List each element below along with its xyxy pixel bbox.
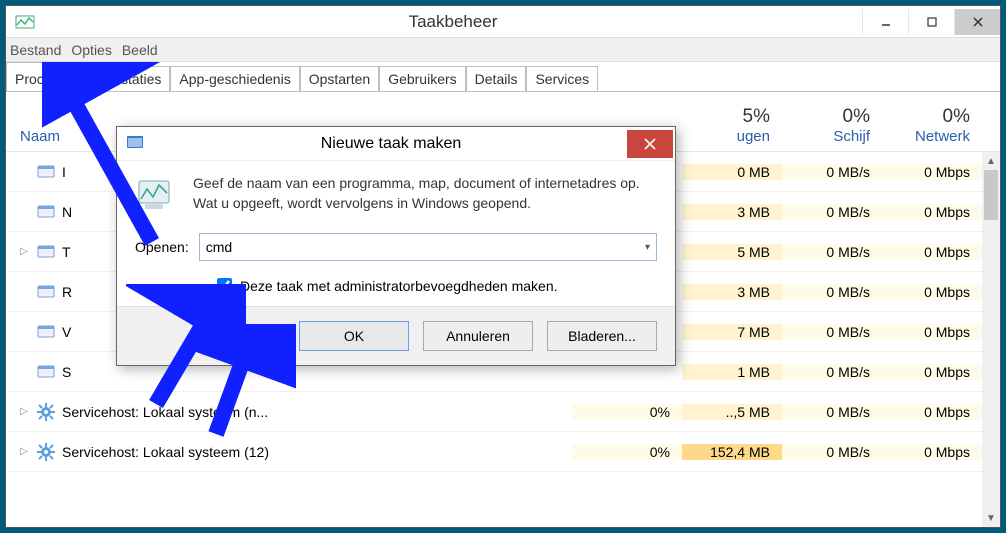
scroll-thumb[interactable] (984, 170, 998, 220)
admin-checkbox-label: Deze taak met administratorbevoegdheden … (240, 278, 558, 294)
open-combobox[interactable]: cmd ▾ (199, 233, 657, 261)
dialog-close-button[interactable] (627, 130, 673, 158)
network-cell: 0 Mbps (882, 164, 982, 180)
col-network[interactable]: 0% Netwerk (882, 106, 982, 151)
expand-triangle-icon[interactable]: ▷ (18, 446, 30, 457)
tab-users[interactable]: Gebruikers (379, 66, 465, 91)
memory-cell: 5 MB (682, 244, 782, 260)
memory-cell: 1 MB (682, 364, 782, 380)
process-icon (36, 162, 56, 182)
col-disk[interactable]: 0% Schijf (782, 106, 882, 151)
tab-startup[interactable]: Opstarten (300, 66, 379, 91)
admin-checkbox[interactable] (217, 278, 232, 293)
expand-triangle-icon[interactable]: ▷ (18, 406, 30, 417)
process-icon (36, 402, 56, 422)
dialog-title: Nieuwe taak maken (155, 135, 627, 153)
task-manager-window: Taakbeheer Bestand Opties Beeld Processe… (5, 5, 1001, 528)
disk-cell: 0 MB/s (782, 404, 882, 420)
disk-cell: 0 MB/s (782, 324, 882, 340)
expand-triangle-icon[interactable]: ▷ (18, 246, 30, 257)
process-icon (36, 362, 56, 382)
col-memory[interactable]: 5% ugen (682, 106, 782, 151)
close-button[interactable] (954, 9, 1000, 35)
memory-cell: 0 MB (682, 164, 782, 180)
run-icon (135, 173, 179, 217)
disk-cell: 0 MB/s (782, 444, 882, 460)
cpu-cell: 0% (572, 404, 682, 420)
process-icon (36, 282, 56, 302)
disk-cell: 0 MB/s (782, 244, 882, 260)
process-name: T (62, 244, 71, 260)
titlebar: Taakbeheer (6, 6, 1000, 38)
network-cell: 0 Mbps (882, 324, 982, 340)
network-cell: 0 Mbps (882, 364, 982, 380)
dialog-app-icon (125, 133, 147, 155)
menu-file[interactable]: Bestand (10, 42, 61, 58)
window-title: Taakbeheer (44, 12, 862, 32)
process-name: Servicehost: Lokaal systeem (12) (62, 444, 269, 460)
open-label: Openen: (135, 239, 189, 255)
process-name: N (62, 204, 72, 220)
cancel-button[interactable]: Annuleren (423, 321, 533, 351)
tab-app-history[interactable]: App-geschiedenis (170, 66, 299, 91)
network-cell: 0 Mbps (882, 284, 982, 300)
memory-cell: ..,5 MB (682, 404, 782, 420)
open-value: cmd (206, 239, 232, 255)
process-name: Servicehost: Lokaal systeem (n... (62, 404, 268, 420)
network-cell: 0 Mbps (882, 204, 982, 220)
memory-cell: 3 MB (682, 204, 782, 220)
scroll-down-arrow[interactable]: ▼ (982, 509, 1000, 527)
maximize-button[interactable] (908, 9, 954, 35)
process-icon (36, 202, 56, 222)
disk-cell: 0 MB/s (782, 204, 882, 220)
menu-options[interactable]: Opties (71, 42, 111, 58)
process-name: I (62, 164, 66, 180)
run-dialog: Nieuwe taak maken Geef de naam van een p… (116, 126, 676, 366)
memory-cell: 152,4 MB (682, 444, 782, 460)
process-name: R (62, 284, 72, 300)
browse-button[interactable]: Bladeren... (547, 321, 657, 351)
table-row[interactable]: ▷ Servicehost: Lokaal systeem (n... 0%..,5… (6, 392, 1000, 432)
network-cell: 0 Mbps (882, 404, 982, 420)
process-icon (36, 242, 56, 262)
menu-view[interactable]: Beeld (122, 42, 158, 58)
table-row[interactable]: ▷ Servicehost: Lokaal systeem (12) 0%152,4… (6, 432, 1000, 472)
process-icon (36, 322, 56, 342)
cpu-cell: 0% (572, 444, 682, 460)
tab-details[interactable]: Details (466, 66, 527, 91)
process-name: V (62, 324, 71, 340)
vertical-scrollbar[interactable]: ▲ ▼ (982, 152, 1000, 527)
process-name: S (62, 364, 71, 380)
scroll-up-arrow[interactable]: ▲ (982, 152, 1000, 170)
disk-cell: 0 MB/s (782, 364, 882, 380)
minimize-button[interactable] (862, 9, 908, 35)
dialog-body-text: Geef de naam van een programma, map, doc… (193, 173, 657, 217)
memory-cell: 3 MB (682, 284, 782, 300)
tab-performance[interactable]: Prestaties (90, 66, 170, 91)
chevron-down-icon[interactable]: ▾ (645, 242, 650, 253)
process-icon (36, 442, 56, 462)
app-icon (12, 9, 38, 35)
network-cell: 0 Mbps (882, 244, 982, 260)
menubar: Bestand Opties Beeld (6, 38, 1000, 62)
ok-button[interactable]: OK (299, 321, 409, 351)
tab-services[interactable]: Services (526, 66, 598, 91)
dialog-titlebar: Nieuwe taak maken (117, 127, 675, 161)
network-cell: 0 Mbps (882, 444, 982, 460)
disk-cell: 0 MB/s (782, 164, 882, 180)
tabstrip: Processen Prestaties App-geschiedenis Op… (6, 62, 1000, 92)
disk-cell: 0 MB/s (782, 284, 882, 300)
tab-processes[interactable]: Processen (6, 62, 90, 91)
memory-cell: 7 MB (682, 324, 782, 340)
